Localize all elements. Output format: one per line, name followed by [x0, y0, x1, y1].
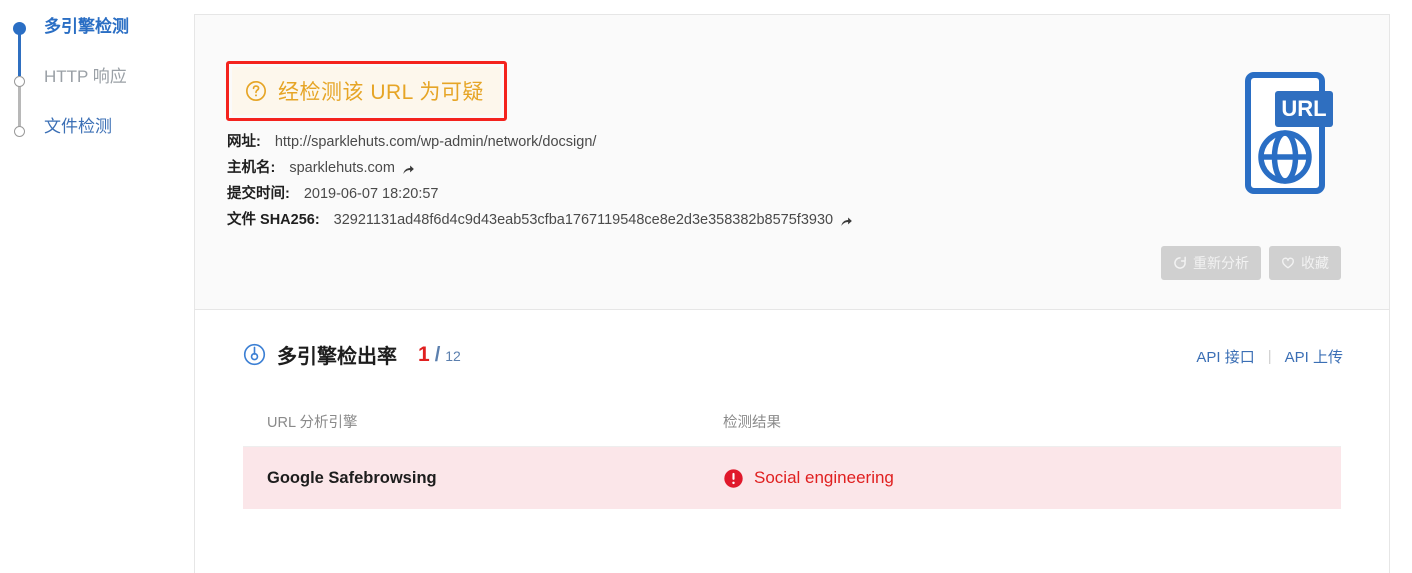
detail-row-hostname: 主机名: sparklehuts.com	[227, 156, 853, 182]
detail-value: 2019-06-07 18:20:57	[304, 186, 439, 202]
api-links-separator: |	[1267, 348, 1272, 365]
timeline-segment-inactive	[18, 84, 21, 129]
detection-section-header: 多引擎检出率 1 / 12 API 接口 | API 上传	[195, 310, 1389, 396]
table-row[interactable]: Google Safebrowsing Social engineering	[243, 447, 1341, 509]
gauge-icon	[243, 343, 266, 366]
detail-row-submit-time: 提交时间: 2019-06-07 18:20:57	[227, 182, 853, 208]
detection-total: 12	[445, 347, 461, 364]
url-badge-label: URL	[1281, 96, 1326, 121]
table-header-row: URL 分析引擎 检测结果	[243, 396, 1341, 447]
detail-label: 网址:	[227, 134, 261, 150]
detection-ratio-separator: /	[434, 343, 441, 366]
detail-value-text: sparklehuts.com	[289, 160, 395, 176]
detail-label: 主机名:	[227, 160, 276, 176]
timeline-rail	[12, 14, 26, 137]
detail-value-text: http://sparklehuts.com/wp-admin/network/…	[274, 134, 597, 150]
detection-result-text: Social engineering	[754, 468, 894, 487]
verdict-banner: 经检测该 URL 为可疑	[232, 67, 501, 115]
reanalyze-button-label: 重新分析	[1193, 255, 1249, 271]
share-arrow-icon[interactable]	[402, 163, 415, 176]
detection-hits: 1	[418, 342, 430, 366]
detection-section: 多引擎检出率 1 / 12 API 接口 | API 上传 URL 分析引擎 检…	[195, 310, 1389, 509]
detection-results-table: URL 分析引擎 检测结果 Google Safebrowsing Social…	[243, 396, 1341, 509]
api-interface-link[interactable]: API 接口	[1196, 346, 1254, 367]
column-header-result: 检测结果	[723, 414, 781, 431]
share-arrow-icon[interactable]	[840, 215, 853, 228]
detail-value-text: 2019-06-07 18:20:57	[303, 186, 439, 202]
report-card: 经检测该 URL 为可疑 网址: http://sparklehuts.com/…	[194, 14, 1390, 573]
detection-result: Social engineering	[723, 468, 1341, 489]
detection-rate-label: 多引擎检出率	[277, 346, 397, 368]
sidebar-item-file-detection[interactable]: 文件检测	[44, 118, 112, 135]
scan-target-details: 网址: http://sparklehuts.com/wp-admin/netw…	[227, 130, 853, 234]
verdict-highlight-box: 经检测该 URL 为可疑	[226, 61, 507, 121]
detail-row-url: 网址: http://sparklehuts.com/wp-admin/netw…	[227, 130, 853, 156]
detail-value: sparklehuts.com	[289, 160, 415, 176]
sidebar-item-multi-engine-scan[interactable]: 多引擎检测	[44, 18, 129, 35]
api-links: API 接口 | API 上传	[1196, 346, 1343, 367]
detail-value: http://sparklehuts.com/wp-admin/network/…	[275, 134, 597, 150]
column-header-engine: URL 分析引擎	[267, 414, 358, 431]
favorite-button-label: 收藏	[1301, 255, 1329, 271]
favorite-button[interactable]: 收藏	[1269, 246, 1341, 280]
refresh-icon	[1173, 256, 1187, 270]
url-document-icon: URL	[1239, 69, 1339, 197]
question-circle-icon	[245, 80, 267, 102]
heart-icon	[1281, 256, 1295, 270]
engine-name: Google Safebrowsing	[267, 468, 437, 487]
detail-value-text: 32921131ad48f6d4c9d43eab53cfba1767119548…	[333, 212, 834, 228]
detection-ratio: 1 / 12	[418, 343, 461, 367]
timeline-node-filled-icon	[13, 22, 26, 35]
detail-label: 文件 SHA256:	[227, 212, 320, 228]
exclamation-circle-icon	[723, 468, 744, 489]
detail-value: 32921131ad48f6d4c9d43eab53cfba1767119548…	[334, 212, 853, 228]
detail-row-sha256: 文件 SHA256: 32921131ad48f6d4c9d43eab53cfb…	[227, 208, 853, 234]
url-scan-report-page: 多引擎检测 HTTP 响应 文件检测 经检测该 URL 为可疑 网址: http…	[0, 0, 1412, 573]
detail-label: 提交时间:	[227, 186, 290, 202]
timeline-node-hollow-icon	[14, 126, 25, 137]
timeline-node-hollow-icon	[14, 76, 25, 87]
sidebar-item-http-response[interactable]: HTTP 响应	[44, 68, 127, 85]
detection-rate-title: 多引擎检出率 1 / 12	[243, 340, 461, 369]
report-summary-header: 经检测该 URL 为可疑 网址: http://sparklehuts.com/…	[195, 15, 1389, 310]
api-upload-link[interactable]: API 上传	[1285, 346, 1343, 367]
report-actions: 重新分析 收藏	[1161, 246, 1341, 280]
verdict-text: 经检测该 URL 为可疑	[278, 81, 484, 104]
sidebar-timeline-nav: 多引擎检测 HTTP 响应 文件检测	[0, 0, 194, 573]
reanalyze-button[interactable]: 重新分析	[1161, 246, 1261, 280]
